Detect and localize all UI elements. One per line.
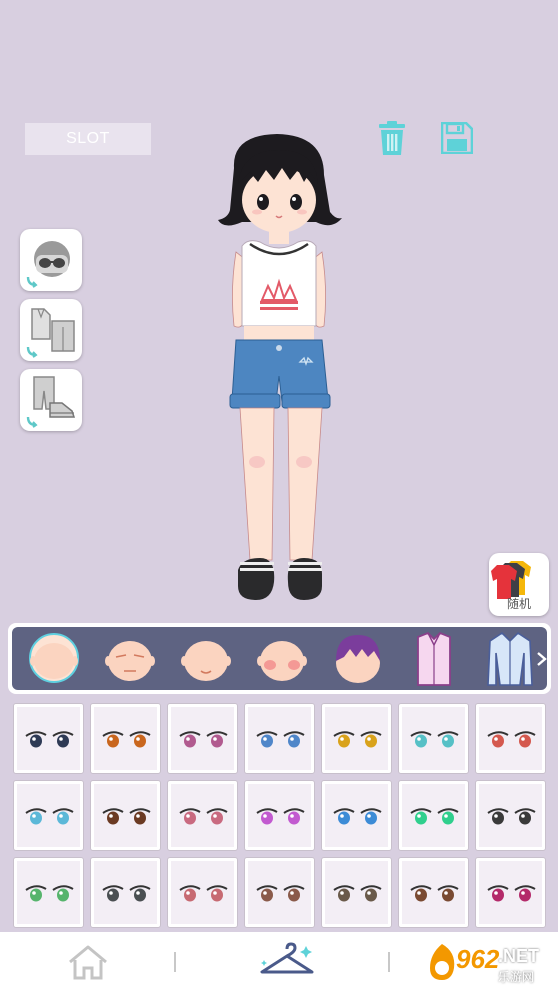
eyes-icon — [25, 885, 74, 902]
eyes-icon — [102, 808, 151, 825]
outfit-toggle-button[interactable] — [20, 299, 82, 361]
category-face-smile[interactable] — [176, 627, 236, 690]
eye-option[interactable] — [244, 857, 315, 928]
eyes-icon — [256, 808, 305, 825]
eye-option[interactable] — [475, 703, 546, 774]
eye-option[interactable] — [90, 703, 161, 774]
eye-option[interactable] — [398, 703, 469, 774]
eyes-icon — [102, 731, 151, 748]
random-button[interactable]: 随机 — [489, 553, 549, 616]
trash-icon[interactable] — [376, 121, 408, 157]
eyes-icon — [179, 808, 228, 825]
eye-option[interactable] — [13, 780, 84, 851]
eye-option[interactable] — [398, 780, 469, 851]
slot-label: SLOT — [66, 130, 110, 147]
eye-option[interactable] — [321, 703, 392, 774]
character-avatar — [218, 134, 342, 600]
eyes-icon — [179, 885, 228, 902]
eye-option[interactable] — [244, 703, 315, 774]
eyes-icon — [256, 885, 305, 902]
watermark-domain: .NET — [498, 946, 540, 966]
category-face-plain[interactable] — [24, 627, 84, 690]
eyes-icon — [333, 731, 382, 748]
wardrobe-icon[interactable] — [256, 940, 318, 982]
slot-button[interactable]: SLOT — [25, 123, 151, 155]
watermark-site-name: 乐游网 — [498, 970, 535, 984]
eye-option[interactable] — [13, 703, 84, 774]
eyes-icon — [487, 731, 536, 748]
eyes-icon — [25, 731, 74, 748]
sunglasses-icon — [26, 241, 70, 288]
random-outfit-icon — [491, 561, 531, 599]
watermark-emblem-icon — [430, 944, 455, 980]
watermark-number: 962 — [456, 944, 500, 974]
eye-option[interactable] — [167, 780, 238, 851]
category-hair[interactable] — [328, 627, 388, 690]
eyes-icon — [487, 885, 536, 902]
home-icon[interactable] — [66, 944, 110, 980]
category-jacket[interactable] — [480, 627, 540, 690]
eyes-icon — [179, 731, 228, 748]
eye-option[interactable] — [321, 857, 392, 928]
eye-option[interactable] — [90, 857, 161, 928]
eye-option[interactable] — [13, 857, 84, 928]
shirt-pants-icon — [26, 308, 75, 358]
eyes-icon — [333, 808, 382, 825]
eye-option[interactable] — [167, 703, 238, 774]
eyes-icon — [25, 808, 74, 825]
watermark-logo: 962 .NET 乐游网 — [418, 940, 558, 988]
eye-option[interactable] — [475, 857, 546, 928]
accessory-toggle-button[interactable] — [20, 229, 82, 291]
eyes-icon — [410, 731, 459, 748]
eye-options-grid — [10, 700, 550, 932]
chevron-right-icon[interactable] — [535, 651, 547, 667]
eyes-icon — [333, 885, 382, 902]
random-label: 随机 — [506, 597, 531, 611]
eyes-icon — [102, 885, 151, 902]
category-top[interactable] — [404, 627, 464, 690]
category-bar — [8, 623, 551, 694]
eye-option[interactable] — [321, 780, 392, 851]
eye-option[interactable] — [398, 857, 469, 928]
eye-option[interactable] — [167, 857, 238, 928]
eyes-icon — [256, 731, 305, 748]
eyes-icon — [487, 808, 536, 825]
save-icon[interactable] — [441, 122, 473, 154]
category-face-closed-eyes[interactable] — [100, 627, 160, 690]
shoes-toggle-button[interactable] — [20, 369, 82, 431]
eye-option[interactable] — [475, 780, 546, 851]
eye-option[interactable] — [244, 780, 315, 851]
pants-shoes-icon — [26, 376, 76, 428]
eyes-icon — [410, 808, 459, 825]
category-face-blush[interactable] — [252, 627, 312, 690]
eye-option[interactable] — [90, 780, 161, 851]
eyes-icon — [410, 885, 459, 902]
